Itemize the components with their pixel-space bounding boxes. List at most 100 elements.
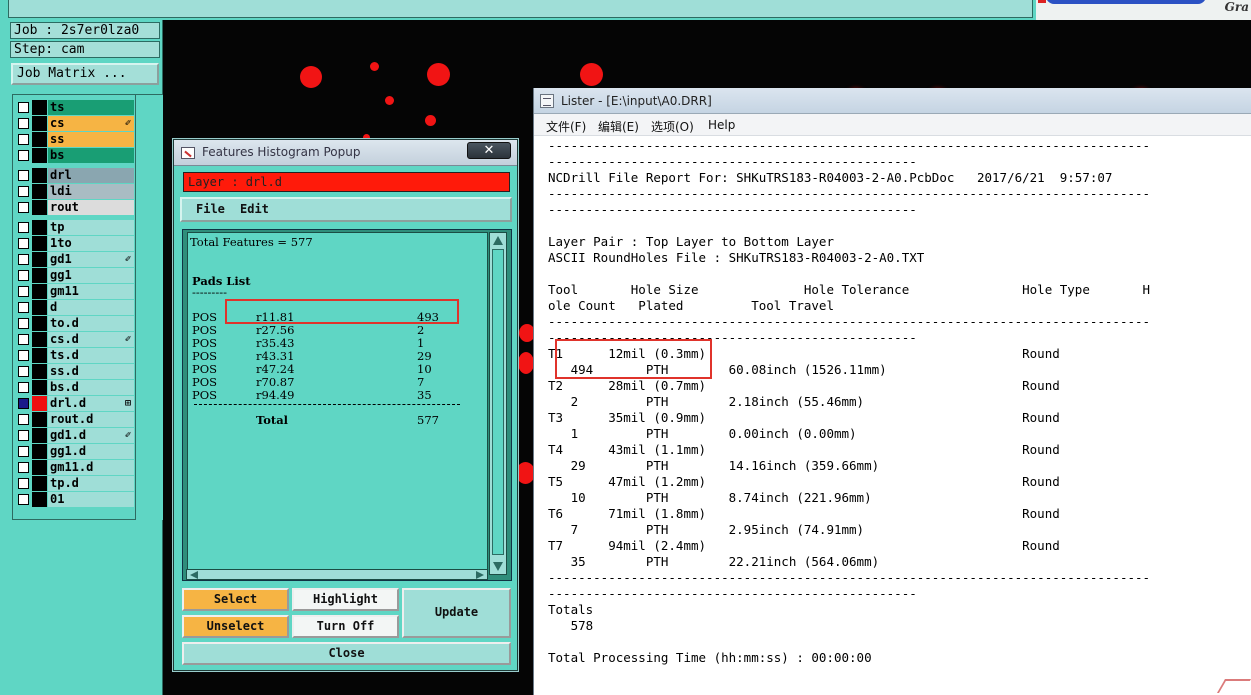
layer-checkbox[interactable] [18, 222, 29, 233]
layer-checkbox[interactable] [18, 118, 29, 129]
layer-color-swatch[interactable] [32, 100, 47, 115]
menu-file-cn[interactable]: 文件(F) [546, 118, 586, 135]
layer-row[interactable]: d [16, 300, 134, 315]
scroll-right-arrow-icon[interactable] [476, 571, 484, 579]
layer-checkbox[interactable] [18, 286, 29, 297]
layer-checkbox[interactable] [18, 398, 29, 409]
layer-name[interactable]: ts.d [48, 348, 134, 363]
layer-name[interactable]: bs.d [48, 380, 134, 395]
layer-color-swatch[interactable] [32, 268, 47, 283]
layer-row[interactable]: gd1.d ✐ [16, 428, 134, 443]
layer-color-swatch[interactable] [32, 444, 47, 459]
layer-row[interactable]: tp [16, 220, 134, 235]
layer-checkbox[interactable] [18, 366, 29, 377]
scroll-up-arrow-icon[interactable] [493, 236, 503, 245]
layer-name[interactable]: tp.d [48, 476, 134, 491]
layer-row[interactable]: ss [16, 132, 134, 147]
layer-checkbox[interactable] [18, 150, 29, 161]
layer-color-swatch[interactable] [32, 476, 47, 491]
layer-row[interactable]: cs.d ✐ [16, 332, 134, 347]
layer-color-swatch[interactable] [32, 348, 47, 363]
layer-row[interactable]: gd1 ✐ [16, 252, 134, 267]
layer-color-swatch[interactable] [32, 332, 47, 347]
layer-checkbox[interactable] [18, 382, 29, 393]
layer-checkbox[interactable] [18, 462, 29, 473]
job-matrix-button[interactable]: Job Matrix ... [11, 63, 159, 85]
layer-checkbox[interactable] [18, 238, 29, 249]
layer-color-swatch[interactable] [32, 380, 47, 395]
layer-color-swatch[interactable] [32, 492, 47, 507]
layer-row[interactable]: bs [16, 148, 134, 163]
layer-color-swatch[interactable] [32, 300, 47, 315]
layer-name[interactable]: bs [48, 148, 134, 163]
select-button[interactable]: Select [182, 588, 289, 611]
layer-name[interactable]: ldi [48, 184, 134, 199]
layer-color-swatch[interactable] [32, 148, 47, 163]
layer-checkbox[interactable] [18, 334, 29, 345]
layer-color-swatch[interactable] [32, 220, 47, 235]
layer-color-swatch[interactable] [32, 236, 47, 251]
turn-off-button[interactable]: Turn Off [292, 615, 399, 638]
menu-help[interactable]: Help [708, 118, 735, 132]
menu-file[interactable]: File [196, 202, 225, 216]
layer-name[interactable]: gg1 [48, 268, 134, 283]
layer-row[interactable]: ss.d [16, 364, 134, 379]
layer-name[interactable]: ss.d [48, 364, 134, 379]
layer-color-swatch[interactable] [32, 252, 47, 267]
layer-color-swatch[interactable] [32, 460, 47, 475]
layer-checkbox[interactable] [18, 318, 29, 329]
layer-row[interactable]: gm11 [16, 284, 134, 299]
highlight-button[interactable]: Highlight [292, 588, 399, 611]
layer-name[interactable]: to.d [48, 316, 134, 331]
layer-color-swatch[interactable] [32, 184, 47, 199]
menu-edit[interactable]: Edit [240, 202, 269, 216]
close-window-button[interactable]: ✕ [467, 142, 511, 159]
layer-color-swatch[interactable] [32, 284, 47, 299]
layer-color-swatch[interactable] [32, 132, 47, 147]
layer-name[interactable]: drl.d ⊞ [48, 396, 134, 411]
layer-name[interactable]: rout [48, 200, 134, 215]
scroll-thumb[interactable] [492, 249, 504, 555]
scroll-down-arrow-icon[interactable] [493, 562, 503, 571]
layer-checkbox[interactable] [18, 302, 29, 313]
layer-name[interactable]: d [48, 300, 134, 315]
vertical-scrollbar[interactable] [489, 232, 507, 575]
layer-color-swatch[interactable] [32, 412, 47, 427]
layer-checkbox[interactable] [18, 446, 29, 457]
layer-color-swatch[interactable] [32, 116, 47, 131]
layer-name[interactable]: cs ✐ [48, 116, 134, 131]
unselect-button[interactable]: Unselect [182, 615, 289, 638]
layer-checkbox[interactable] [18, 202, 29, 213]
layer-checkbox[interactable] [18, 478, 29, 489]
layer-row[interactable]: bs.d [16, 380, 134, 395]
layer-color-swatch[interactable] [32, 200, 47, 215]
layer-checkbox[interactable] [18, 350, 29, 361]
report-text[interactable]: ----------------------------------------… [534, 136, 1251, 695]
layer-row[interactable]: gg1 [16, 268, 134, 283]
layer-color-swatch[interactable] [32, 168, 47, 183]
layer-color-swatch[interactable] [32, 364, 47, 379]
layer-row[interactable]: drl [16, 168, 134, 183]
popup-titlebar[interactable]: Features Histogram Popup ✕ [174, 140, 517, 166]
layer-checkbox[interactable] [18, 254, 29, 265]
menu-options-cn[interactable]: 选项(O) [651, 118, 694, 135]
scroll-left-arrow-icon[interactable] [190, 571, 198, 579]
layer-color-swatch[interactable] [32, 316, 47, 331]
layer-checkbox[interactable] [18, 102, 29, 113]
layer-name[interactable]: ts [48, 100, 134, 115]
layer-checkbox[interactable] [18, 270, 29, 281]
menu-edit-cn[interactable]: 编辑(E) [598, 118, 639, 135]
layer-name[interactable]: tp [48, 220, 134, 235]
layer-row[interactable]: tp.d [16, 476, 134, 491]
layer-row[interactable]: ts [16, 100, 134, 115]
layer-row[interactable]: 01 [16, 492, 134, 507]
layer-name[interactable]: cs.d ✐ [48, 332, 134, 347]
layer-checkbox[interactable] [18, 170, 29, 181]
layer-name[interactable]: gm11.d [48, 460, 134, 475]
layer-checkbox[interactable] [18, 134, 29, 145]
lister-titlebar[interactable]: Lister - [E:\input\A0.DRR] [534, 88, 1251, 114]
update-button[interactable]: Update [402, 588, 511, 638]
layer-name[interactable]: gd1.d ✐ [48, 428, 134, 443]
layer-row[interactable]: to.d [16, 316, 134, 331]
layer-checkbox[interactable] [18, 494, 29, 505]
